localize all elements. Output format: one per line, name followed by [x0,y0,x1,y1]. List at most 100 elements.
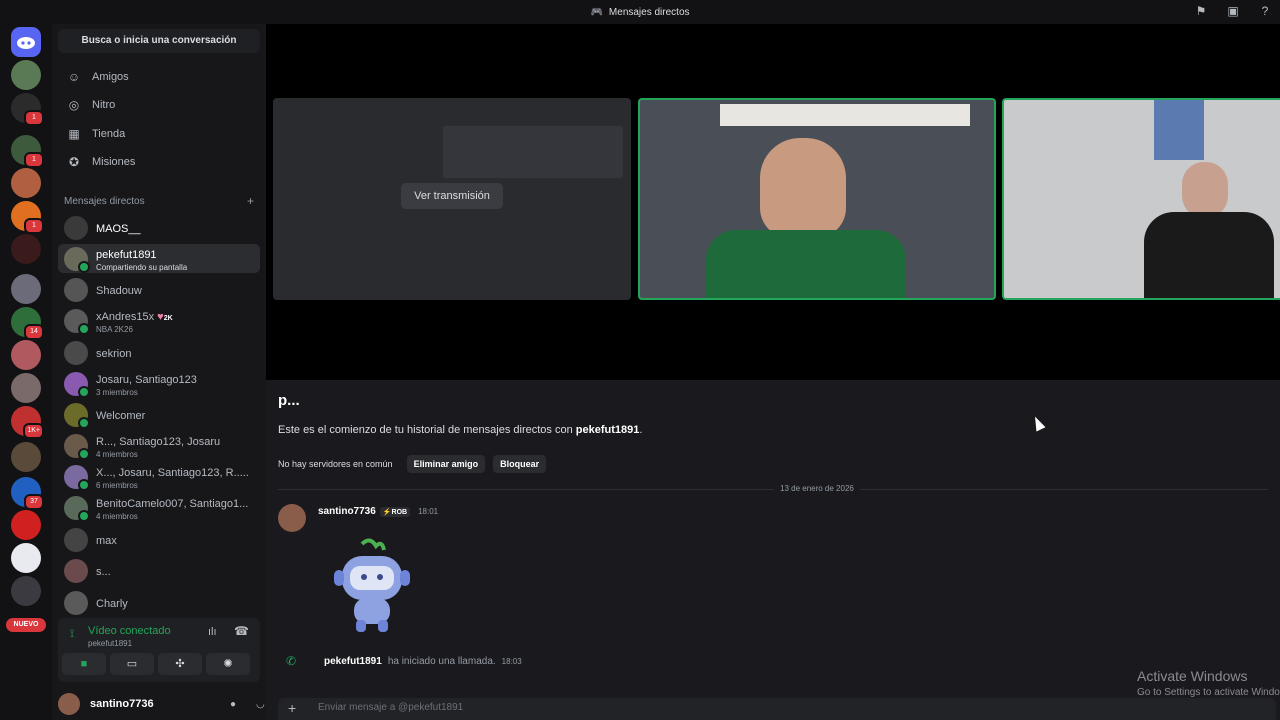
call-user[interactable]: pekefut1891 [324,656,382,667]
message-input[interactable]: + Enviar mensaje a @pekefut1891 [278,698,1276,720]
avatar [64,527,88,552]
dm-name: Josaru, Santiago123 [96,374,197,386]
remove-friend-button[interactable]: Eliminar amigo [406,455,486,473]
server-5[interactable]: 1 [11,201,44,234]
server-10[interactable] [11,373,41,403]
screen-share-button[interactable]: ▭ [110,653,154,675]
phone-icon: ✆ [286,654,297,668]
call-event: ✆ pekefut1891 ha iniciado una llamada. 1… [286,654,522,668]
mic-icon[interactable]: ● [230,699,236,710]
voice-channel[interactable]: pekefut1891 [88,639,132,648]
server-7[interactable] [11,274,41,304]
dm-name: s... [96,565,111,578]
server-6[interactable] [11,234,41,264]
server-11[interactable]: 1K+ [11,406,44,439]
dm-item[interactable]: max [58,525,260,554]
dm-item[interactable]: Shadouw [58,275,260,304]
help-icon[interactable]: ? [1258,4,1272,18]
headphones-icon[interactable]: ◡ [256,699,265,710]
group-avatar [64,433,90,460]
server-14[interactable] [11,510,41,540]
dm-item[interactable]: sekrion [58,338,260,367]
dm-name: max [96,534,117,547]
server-8[interactable]: 14 [11,307,44,340]
server-2[interactable]: 1 [11,93,44,126]
stream-preview [443,126,623,178]
message-header: santino7736 ⚡ROB 18:01 [318,506,438,517]
stream-tile[interactable]: Ver transmisión [273,98,631,300]
dm-name: sekrion [96,347,132,360]
dm-item[interactable]: BenitoCamelo007, Santiago1... 4 miembros [58,493,260,522]
nav-label: Misiones [92,156,136,168]
title-bar: 🎮 Mensajes directos ⚑ ▣ ? [0,0,1280,24]
soundboard-button[interactable]: ✺ [206,653,250,675]
disconnect-icon[interactable]: ☎ [234,624,249,638]
add-dm-icon[interactable]: + [247,195,254,207]
dm-name: BenitoCamelo007, Santiago1... [96,498,249,510]
message-time: 18:01 [418,507,439,516]
camera-tile[interactable] [1002,98,1280,300]
date-divider: 13 de enero de 2026 [278,484,1268,493]
dm-item-active[interactable]: pekefut1891 Compartiendo su pantalla [58,244,260,273]
server-4[interactable] [11,168,41,198]
dm-item[interactable]: R..., Santiago123, Josaru 4 miembros [58,431,260,460]
dm-name: Shadouw [96,284,142,297]
voice-status[interactable]: Vídeo conectado [88,625,171,637]
dm-item[interactable]: Welcomer [58,400,260,429]
home-button[interactable] [11,27,41,57]
inbox-icon[interactable]: ▣ [1226,4,1240,18]
call-time: 18:03 [501,656,522,666]
server-9[interactable] [11,340,41,370]
dm-item[interactable]: MAOS__ [58,213,260,242]
avatar [64,590,88,615]
avatar [64,215,88,240]
watch-stream-button[interactable]: Ver transmisión [401,183,503,209]
avatar [64,277,88,302]
dm-name: R..., Santiago123, Josaru [96,436,221,448]
person-face [760,138,846,238]
dm-item[interactable]: s... [58,556,260,585]
window-title: Mensajes directos [608,6,690,18]
server-1[interactable] [11,60,41,90]
new-badge[interactable]: NUEVO [6,618,46,632]
dm-status: NBA 2K26 [96,325,133,334]
chat-heading: p... [278,392,300,409]
message-author[interactable]: santino7736 [318,506,376,517]
activities-button[interactable]: ✣ [158,653,202,675]
block-button[interactable]: Bloquear [493,455,547,473]
server-13[interactable]: 37 [11,477,44,510]
add-attachment-icon[interactable]: + [288,698,296,718]
server-12[interactable] [11,442,41,472]
nav-nitro[interactable]: ◎ Nitro [58,91,260,119]
chat-intro: Este es el comienzo de tu historial de m… [278,424,643,436]
dm-item[interactable]: Charly [58,588,260,617]
dm-item[interactable]: X..., Josaru, Santiago123, R..... 6 miemb… [58,462,260,491]
username[interactable]: santino7736 [90,698,154,710]
server-15[interactable] [11,543,41,573]
dm-item[interactable]: Josaru, Santiago123 3 miembros [58,369,260,398]
noise-suppression-icon[interactable]: ılı [208,626,217,638]
avatar [64,340,88,365]
flag-icon[interactable]: ⚑ [1194,4,1208,18]
avatar[interactable] [58,693,80,715]
nav-quests[interactable]: ✪ Misiones [58,148,260,176]
guild-tag[interactable]: ⚡ROB [379,506,411,517]
server-16[interactable] [11,576,41,606]
dm-status: Compartiendo su pantalla [96,263,188,272]
group-avatar [64,495,90,522]
search-input[interactable]: Busca o inicia una conversación [58,29,260,53]
dm-members: 6 miembros [96,481,138,490]
shelf [720,104,970,126]
signal-icon: ⟟ [70,628,75,640]
mutual-servers[interactable]: No hay servidores en común [278,459,393,469]
dm-item[interactable]: xAndres15x ♥2K NBA 2K26 [58,306,260,335]
nav-friends[interactable]: ☺ Amigos [58,63,260,91]
camera-button[interactable]: ■ [62,653,106,675]
dm-members: 4 miembros [96,512,138,521]
server-3[interactable]: 1 [11,135,44,168]
nav-shop[interactable]: ▦ Tienda [58,120,260,148]
avatar[interactable] [278,504,306,532]
camera-tile[interactable] [638,98,996,300]
avatar [64,308,90,335]
group-avatar [64,371,90,398]
